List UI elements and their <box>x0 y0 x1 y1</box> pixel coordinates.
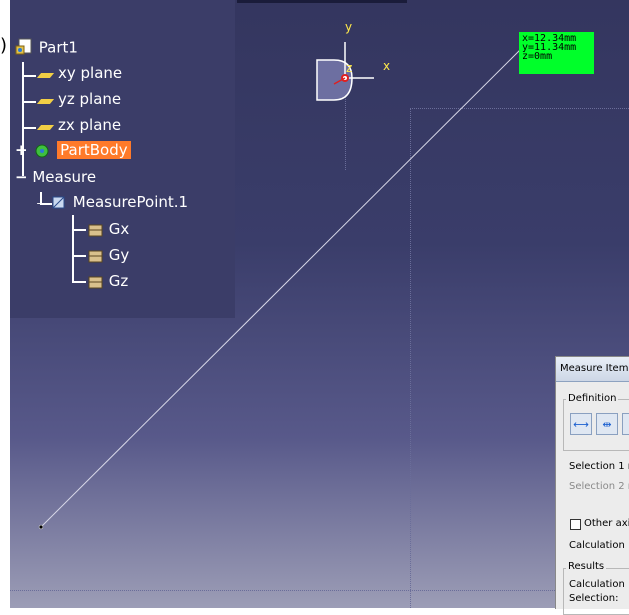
selection-1-label: Selection 1 r <box>569 461 629 472</box>
measure-between-icon: ⟷ <box>573 417 589 431</box>
other-axis-label: Other axi <box>584 518 629 529</box>
measure-item-dialog[interactable]: Measure Item Definition ⟷ ⇹ ⇕ Selection … <box>555 356 629 615</box>
results-selection-label: Selection: <box>569 593 619 604</box>
coordinate-label: x=12.34mm y=11.34mm z=0mm <box>519 32 594 74</box>
results-calculation-label: Calculation <box>569 579 625 590</box>
other-axis-checkbox[interactable] <box>570 519 581 530</box>
measure-chain-icon: ⇹ <box>602 417 612 431</box>
coord-z: z=0mm <box>522 51 553 62</box>
measure-between-button[interactable]: ⟷ <box>570 413 592 435</box>
measure-item-button[interactable]: ⇕ <box>622 413 629 435</box>
results-label: Results <box>566 561 607 572</box>
definition-label: Definition <box>566 393 619 404</box>
measure-line <box>38 43 527 530</box>
selection-2-label: Selection 2 r <box>569 481 629 492</box>
dialog-title: Measure Item <box>556 357 629 382</box>
calculation-label: Calculation <box>569 540 625 551</box>
measure-between-chain-button[interactable]: ⇹ <box>596 413 618 435</box>
